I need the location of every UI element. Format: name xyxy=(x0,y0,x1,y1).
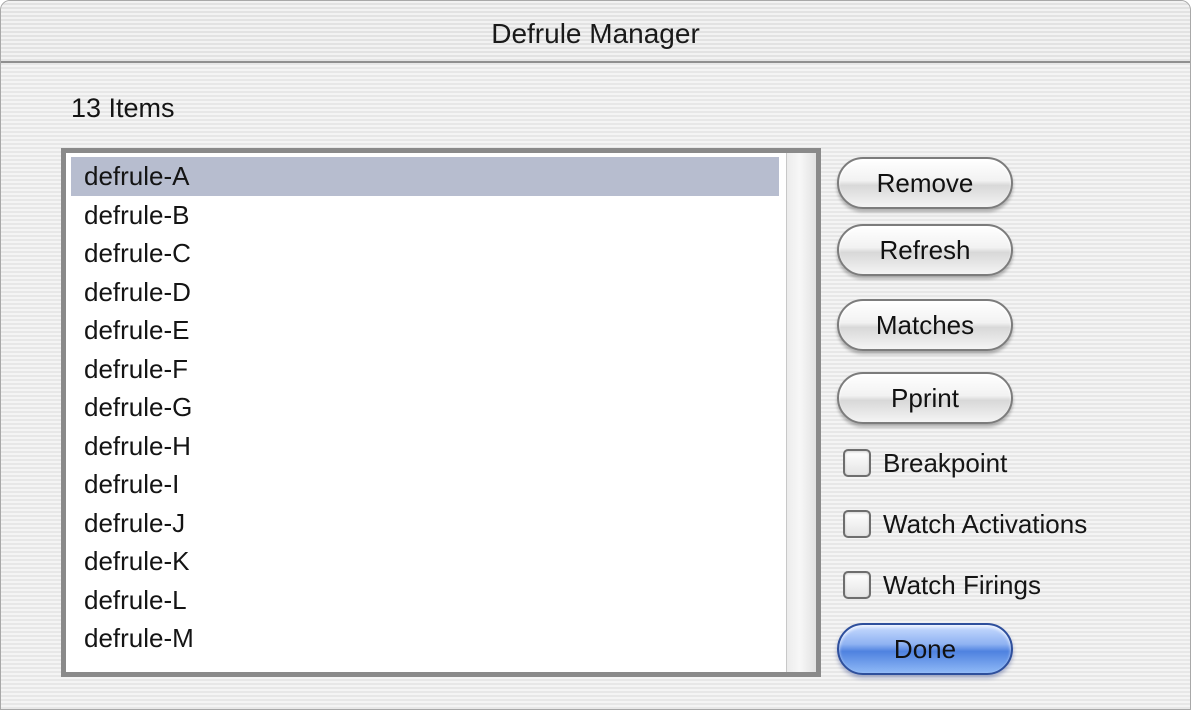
refresh-button[interactable]: Refresh xyxy=(837,224,1013,276)
defrule-manager-window: Defrule Manager 13 Items defrule-A defrul… xyxy=(0,0,1191,710)
breakpoint-option[interactable]: Breakpoint xyxy=(843,445,1007,481)
watch-firings-label: Watch Firings xyxy=(883,569,1041,600)
rule-list-item[interactable]: defrule-G xyxy=(71,388,779,427)
rule-list-item[interactable]: defrule-E xyxy=(71,311,779,350)
rule-list-item[interactable]: defrule-J xyxy=(71,504,779,543)
rule-list-item[interactable]: defrule-K xyxy=(71,542,779,581)
rule-list-item[interactable]: defrule-L xyxy=(71,581,779,620)
matches-button[interactable]: Matches xyxy=(837,299,1013,351)
watch-activations-label: Watch Activations xyxy=(883,508,1088,539)
rule-list-item[interactable]: defrule-F xyxy=(71,350,779,389)
title-bar[interactable]: Defrule Manager xyxy=(1,1,1190,63)
rule-list-item[interactable]: defrule-H xyxy=(71,427,779,466)
rule-list-item[interactable]: defrule-A xyxy=(71,157,779,196)
rule-list-item[interactable]: defrule-M xyxy=(71,619,779,658)
watch-activations-option[interactable]: Watch Activations xyxy=(843,506,1087,542)
rule-list-item[interactable]: defrule-D xyxy=(71,273,779,312)
window-title: Defrule Manager xyxy=(491,18,700,49)
pprint-button[interactable]: Pprint xyxy=(837,372,1013,424)
rule-list-item[interactable]: defrule-C xyxy=(71,234,779,273)
rule-list[interactable]: defrule-A defrule-B defrule-C defrule-D defr… xyxy=(71,157,779,669)
rule-list-item[interactable]: defrule-B xyxy=(71,196,779,235)
item-count-label: 13 Items xyxy=(71,93,175,123)
done-button[interactable]: Done xyxy=(837,623,1013,675)
list-scrollbar[interactable] xyxy=(786,153,816,672)
watch-firings-option[interactable]: Watch Firings xyxy=(843,567,1041,603)
breakpoint-label: Breakpoint xyxy=(883,447,1008,478)
breakpoint-checkbox[interactable] xyxy=(843,449,871,477)
watch-firings-checkbox[interactable] xyxy=(843,571,871,599)
watch-activations-checkbox[interactable] xyxy=(843,510,871,538)
rule-list-item[interactable]: defrule-I xyxy=(71,465,779,504)
remove-button[interactable]: Remove xyxy=(837,157,1013,209)
rule-list-frame: defrule-A defrule-B defrule-C defrule-D defr… xyxy=(61,148,821,677)
